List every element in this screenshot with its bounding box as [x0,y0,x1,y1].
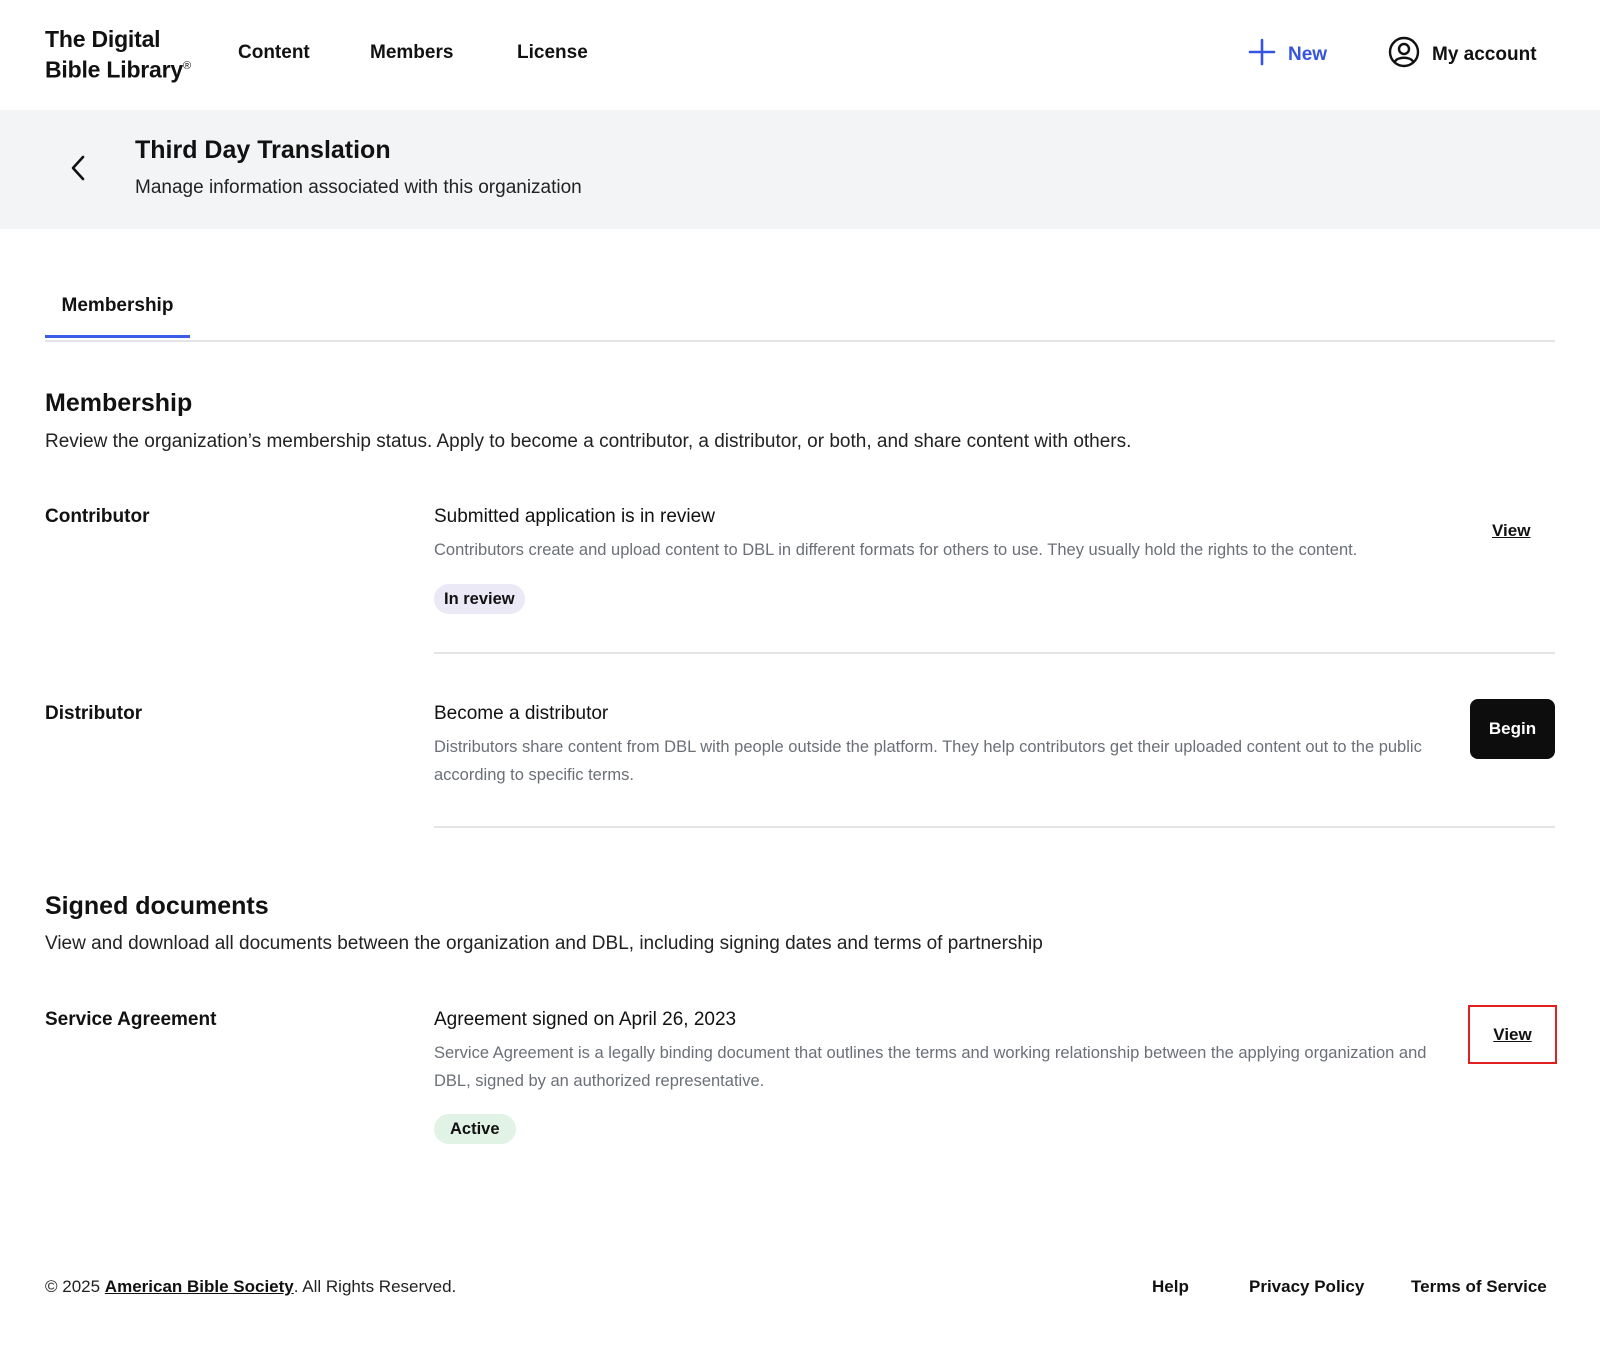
top-navigation: The Digital Bible Library® Content Membe… [0,0,1600,110]
dbl-logo[interactable]: The Digital Bible Library® [45,26,191,84]
contributor-view-link[interactable]: View [1492,521,1530,541]
page-title: Third Day Translation [135,136,391,164]
tab-bar: Membership [45,280,1555,342]
footer-terms-link[interactable]: Terms of Service [1411,1277,1547,1297]
service-agreement-description: Service Agreement is a legally binding d… [434,1044,1427,1090]
nav-content[interactable]: Content [238,42,310,64]
distributor-status-title: Become a distributor [434,703,609,724]
american-bible-society-link[interactable]: American Bible Society [105,1277,294,1296]
user-circle-icon [1388,36,1420,74]
contributor-label: Contributor [45,506,150,527]
footer-copyright: © 2025 American Bible Society. All Right… [45,1277,456,1297]
my-account-label: My account [1432,44,1537,65]
back-button[interactable] [64,150,92,190]
signed-documents-description: View and download all documents between … [45,933,1043,954]
tab-membership[interactable]: Membership [45,280,190,338]
logo-line-2: Bible Library [45,56,183,83]
new-button-label: New [1288,44,1328,65]
page-header [0,110,1600,229]
copyright-prefix: © 2025 [45,1277,105,1296]
divider [434,826,1555,828]
nav-members[interactable]: Members [370,42,453,64]
my-account-button[interactable]: My account [1388,36,1537,74]
logo-line-1: The Digital [45,26,161,52]
copyright-suffix: . All Rights Reserved. [293,1277,457,1296]
plus-icon [1248,38,1276,72]
service-agreement-view-link[interactable]: View [1493,1025,1531,1045]
active-badge: Active [434,1114,516,1144]
membership-description: Review the organization’s membership sta… [45,431,1132,452]
footer-help-link[interactable]: Help [1152,1277,1189,1297]
contributor-status-title: Submitted application is in review [434,506,715,527]
registered-mark: ® [183,60,191,72]
distributor-label: Distributor [45,703,143,724]
new-button[interactable]: New [1248,38,1327,72]
page-subtitle: Manage information associated with this … [135,177,582,198]
in-review-badge: In review [434,584,525,614]
footer-privacy-link[interactable]: Privacy Policy [1249,1277,1364,1297]
contributor-description: Contributors create and upload content t… [434,541,1358,559]
membership-heading: Membership [45,389,193,417]
service-agreement-status-title: Agreement signed on April 26, 2023 [434,1009,737,1030]
distributor-description: Distributors share content from DBL with… [434,738,1422,784]
begin-button[interactable]: Begin [1470,699,1555,759]
signed-documents-heading: Signed documents [45,892,269,920]
highlighted-view-target: View [1468,1005,1557,1064]
service-agreement-label: Service Agreement [45,1009,217,1030]
chevron-left-icon [69,154,87,187]
divider [434,652,1555,654]
nav-license[interactable]: License [517,42,588,64]
